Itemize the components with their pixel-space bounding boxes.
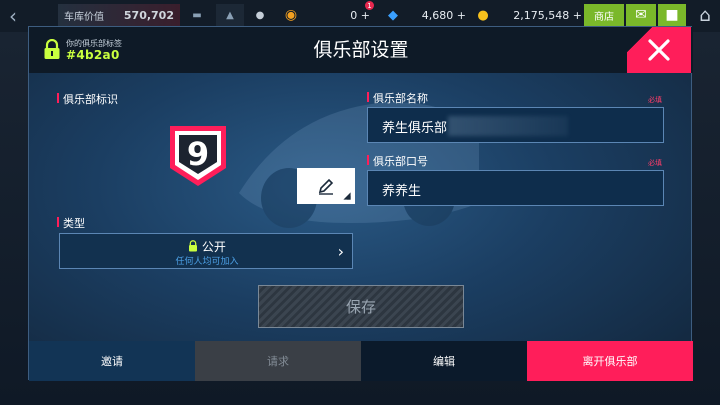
- credits-count[interactable]: 2,175,548 +: [500, 4, 582, 26]
- club-slogan-required: 必填: [648, 159, 662, 167]
- bottom-tab-bar: 邀请 请求 编辑 离开俱乐部: [29, 341, 693, 381]
- credits-icon: ●: [477, 7, 489, 23]
- tab-edit[interactable]: 编辑: [361, 341, 527, 381]
- garage-value-number: 570,702: [123, 8, 174, 22]
- home-icon[interactable]: ⌂: [690, 0, 720, 30]
- car-icon[interactable]: ▬: [182, 4, 212, 26]
- screen: ‹ 车库价值 570,702 ▬ ▲ ● ◉ 0 + 1 ◆ 4,680 + ●…: [0, 0, 720, 405]
- type-label: 类型: [57, 215, 85, 231]
- club-emblem-icon[interactable]: 9: [166, 124, 230, 188]
- club-settings-dialog: 你的俱乐部标签 #4b2a0 俱乐部设置 俱乐部标识 9 类型 公开 任何人均可…: [28, 26, 693, 381]
- back-arrow-icon[interactable]: ‹: [2, 0, 24, 32]
- close-icon: [648, 39, 670, 61]
- lock-icon: [189, 240, 198, 252]
- club-slogan-input[interactable]: 养养生: [367, 170, 664, 206]
- level-icon[interactable]: ▲: [216, 4, 244, 26]
- coin-icon: ◉: [284, 7, 298, 23]
- club-name-value: 养生俱乐部: [382, 121, 448, 136]
- club-slogan-value: 养养生: [382, 184, 422, 199]
- save-button[interactable]: 保存: [258, 285, 464, 328]
- club-type-selector[interactable]: 公开 任何人均可加入 ›: [59, 233, 353, 269]
- profile-icon[interactable]: ●: [248, 4, 272, 26]
- token-count[interactable]: 4,680 +: [408, 4, 466, 26]
- shop-button[interactable]: 商店: [584, 4, 624, 26]
- club-slogan-label: 俱乐部口号: [367, 153, 428, 169]
- emblem-number: 9: [187, 135, 209, 173]
- input-blur: [448, 116, 568, 136]
- club-type-value: 公开: [60, 238, 354, 255]
- club-name-label: 俱乐部名称: [367, 90, 428, 106]
- edit-emblem-button[interactable]: [297, 168, 355, 204]
- garage-value-label: 车库价值: [64, 11, 104, 23]
- coin-count-value: 0: [350, 8, 358, 22]
- credits-count-value: 2,175,548: [513, 8, 570, 22]
- notification-badge: 1: [365, 1, 374, 10]
- car-background-image: [239, 102, 479, 228]
- chevron-right-icon: ›: [337, 242, 344, 261]
- tab-request[interactable]: 请求: [195, 341, 361, 381]
- mail-icon[interactable]: ✉: [626, 4, 656, 26]
- close-button[interactable]: [627, 27, 691, 73]
- gift-icon[interactable]: ■: [658, 4, 686, 26]
- pencil-icon: [318, 178, 334, 195]
- club-name-input[interactable]: 养生俱乐部: [367, 107, 664, 143]
- club-type-text: 公开: [201, 240, 226, 254]
- club-type-description: 任何人均可加入: [175, 257, 239, 267]
- club-name-required: 必填: [648, 96, 662, 104]
- token-count-value: 4,680: [421, 8, 454, 22]
- leave-club-button[interactable]: 离开俱乐部: [527, 341, 693, 381]
- garage-value: 车库价值 570,702: [58, 4, 180, 26]
- token-icon: ◆: [388, 7, 398, 23]
- dialog-title: 俱乐部设置: [313, 39, 409, 61]
- tab-invite[interactable]: 邀请: [29, 341, 195, 381]
- emblem-label: 俱乐部标识: [57, 91, 118, 107]
